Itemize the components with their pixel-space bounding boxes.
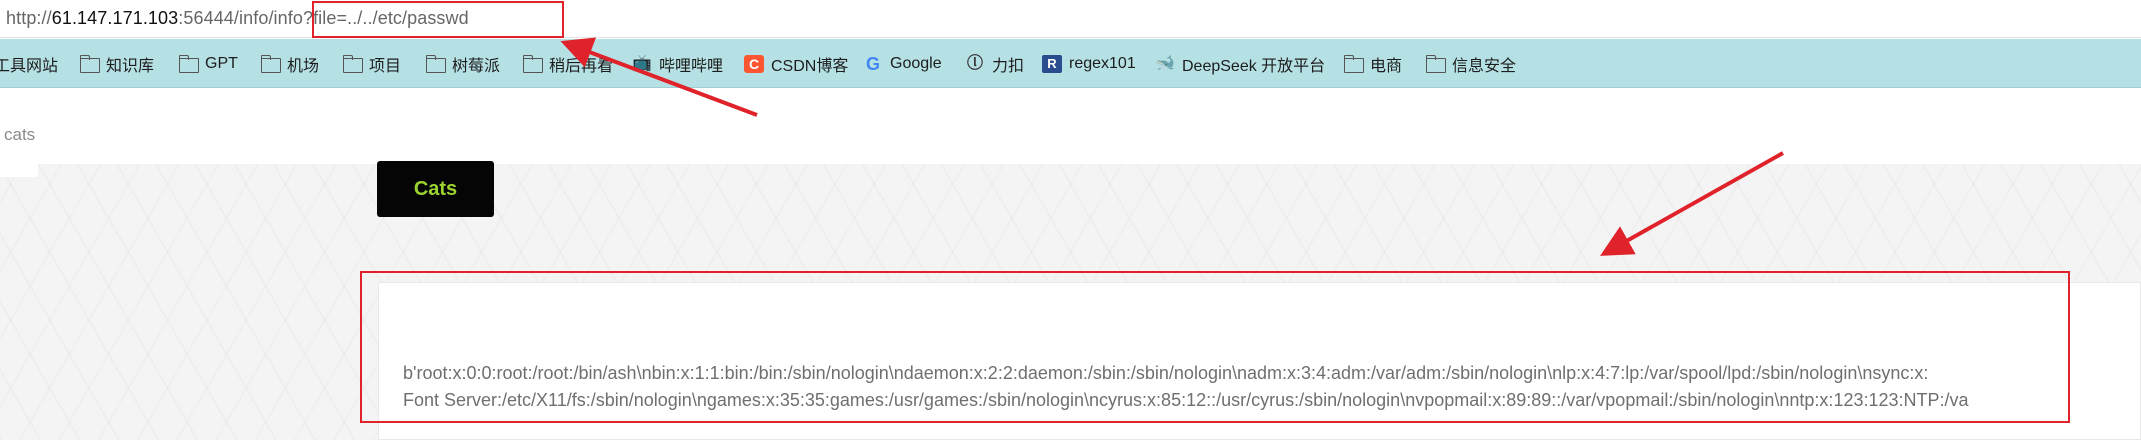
folder-icon [1343, 55, 1364, 73]
bookmark-label: regex101 [1069, 55, 1136, 72]
bookmark-watch-later[interactable]: 稍后再看 [522, 52, 613, 76]
bookmark-ecommerce[interactable]: 电商 [1343, 52, 1402, 76]
bookmark-label: Google [890, 55, 942, 72]
url-text[interactable]: http://61.147.171.103:56444/info/info?fi… [6, 8, 469, 29]
bookmark-label: 项目 [369, 58, 402, 75]
bookmark-label: 树莓派 [452, 58, 501, 75]
bookmark-gpt[interactable]: GPT [178, 52, 238, 76]
bookmark-label: DeepSeek 开放平台 [1182, 58, 1326, 75]
csdn-icon: C [744, 55, 764, 73]
site-brand[interactable]: cats [4, 125, 35, 145]
bookmark-label: 知识库 [106, 58, 155, 75]
folder-icon [260, 55, 281, 73]
google-icon: G [865, 54, 880, 74]
page-header: cats [0, 89, 2141, 177]
cats-button[interactable]: Cats [377, 161, 494, 217]
folder-icon [342, 55, 363, 73]
address-bar[interactable]: http://61.147.171.103:56444/info/info?fi… [0, 0, 2141, 38]
bookmark-tools[interactable]: 工具网站 [0, 52, 58, 76]
bookmark-label: 哔哩哔哩 [659, 58, 724, 75]
bookmark-leetcode[interactable]: ⓛ 力扣 [965, 52, 1024, 76]
file-output-line: Font Server:/etc/X11/fs:/sbin/nologin\ng… [403, 390, 1969, 410]
folder-icon [178, 55, 199, 73]
bookmark-regex101[interactable]: R regex101 [1042, 52, 1136, 76]
bookmark-projects[interactable]: 项目 [342, 52, 401, 76]
bookmark-label: 力扣 [992, 58, 1025, 75]
url-host: 61.147.171.103 [51, 8, 179, 28]
bookmark-bilibili[interactable]: 📺 哔哩哔哩 [632, 52, 723, 76]
bookmark-label: GPT [205, 55, 238, 72]
bookmarks-bar: 工具网站 知识库 GPT 机场 项目 树莓派 稍后再看 📺 哔哩哔哩 C CSD… [0, 39, 2141, 88]
bookmark-google[interactable]: G Google [863, 52, 942, 76]
bookmark-label: CSDN博客 [771, 58, 849, 75]
bookmark-infosec[interactable]: 信息安全 [1425, 52, 1516, 76]
deepseek-icon: 🐋 [1155, 55, 1175, 72]
folder-icon [425, 55, 446, 73]
bookmark-csdn[interactable]: C CSDN博客 [744, 52, 848, 76]
folder-icon [522, 55, 543, 73]
file-output-box: b'root:x:0:0:root:/root:/bin/ash\nbin:x:… [378, 282, 2141, 440]
folder-icon [1425, 55, 1446, 73]
bookmark-airport[interactable]: 机场 [260, 52, 319, 76]
bilibili-icon: 📺 [632, 55, 652, 72]
regex101-icon: R [1042, 55, 1062, 73]
bookmark-label: 工具网站 [0, 58, 59, 75]
bookmark-label: 信息安全 [1452, 58, 1517, 75]
url-scheme: http:// [6, 8, 52, 28]
leetcode-icon: ⓛ [966, 55, 983, 72]
bookmark-deepseek[interactable]: 🐋 DeepSeek 开放平台 [1155, 52, 1325, 76]
bookmark-label: 电商 [1370, 58, 1403, 75]
bookmark-label: 稍后再看 [549, 58, 614, 75]
url-path: :56444/info/info?file=../../etc/passwd [178, 8, 469, 28]
bookmark-knowledge-base[interactable]: 知识库 [79, 52, 154, 76]
bookmark-raspberry-pi[interactable]: 树莓派 [425, 52, 500, 76]
bookmark-label: 机场 [287, 58, 320, 75]
file-output-line: b'root:x:0:0:root:/root:/bin/ash\nbin:x:… [403, 363, 1929, 383]
folder-icon [79, 55, 100, 73]
